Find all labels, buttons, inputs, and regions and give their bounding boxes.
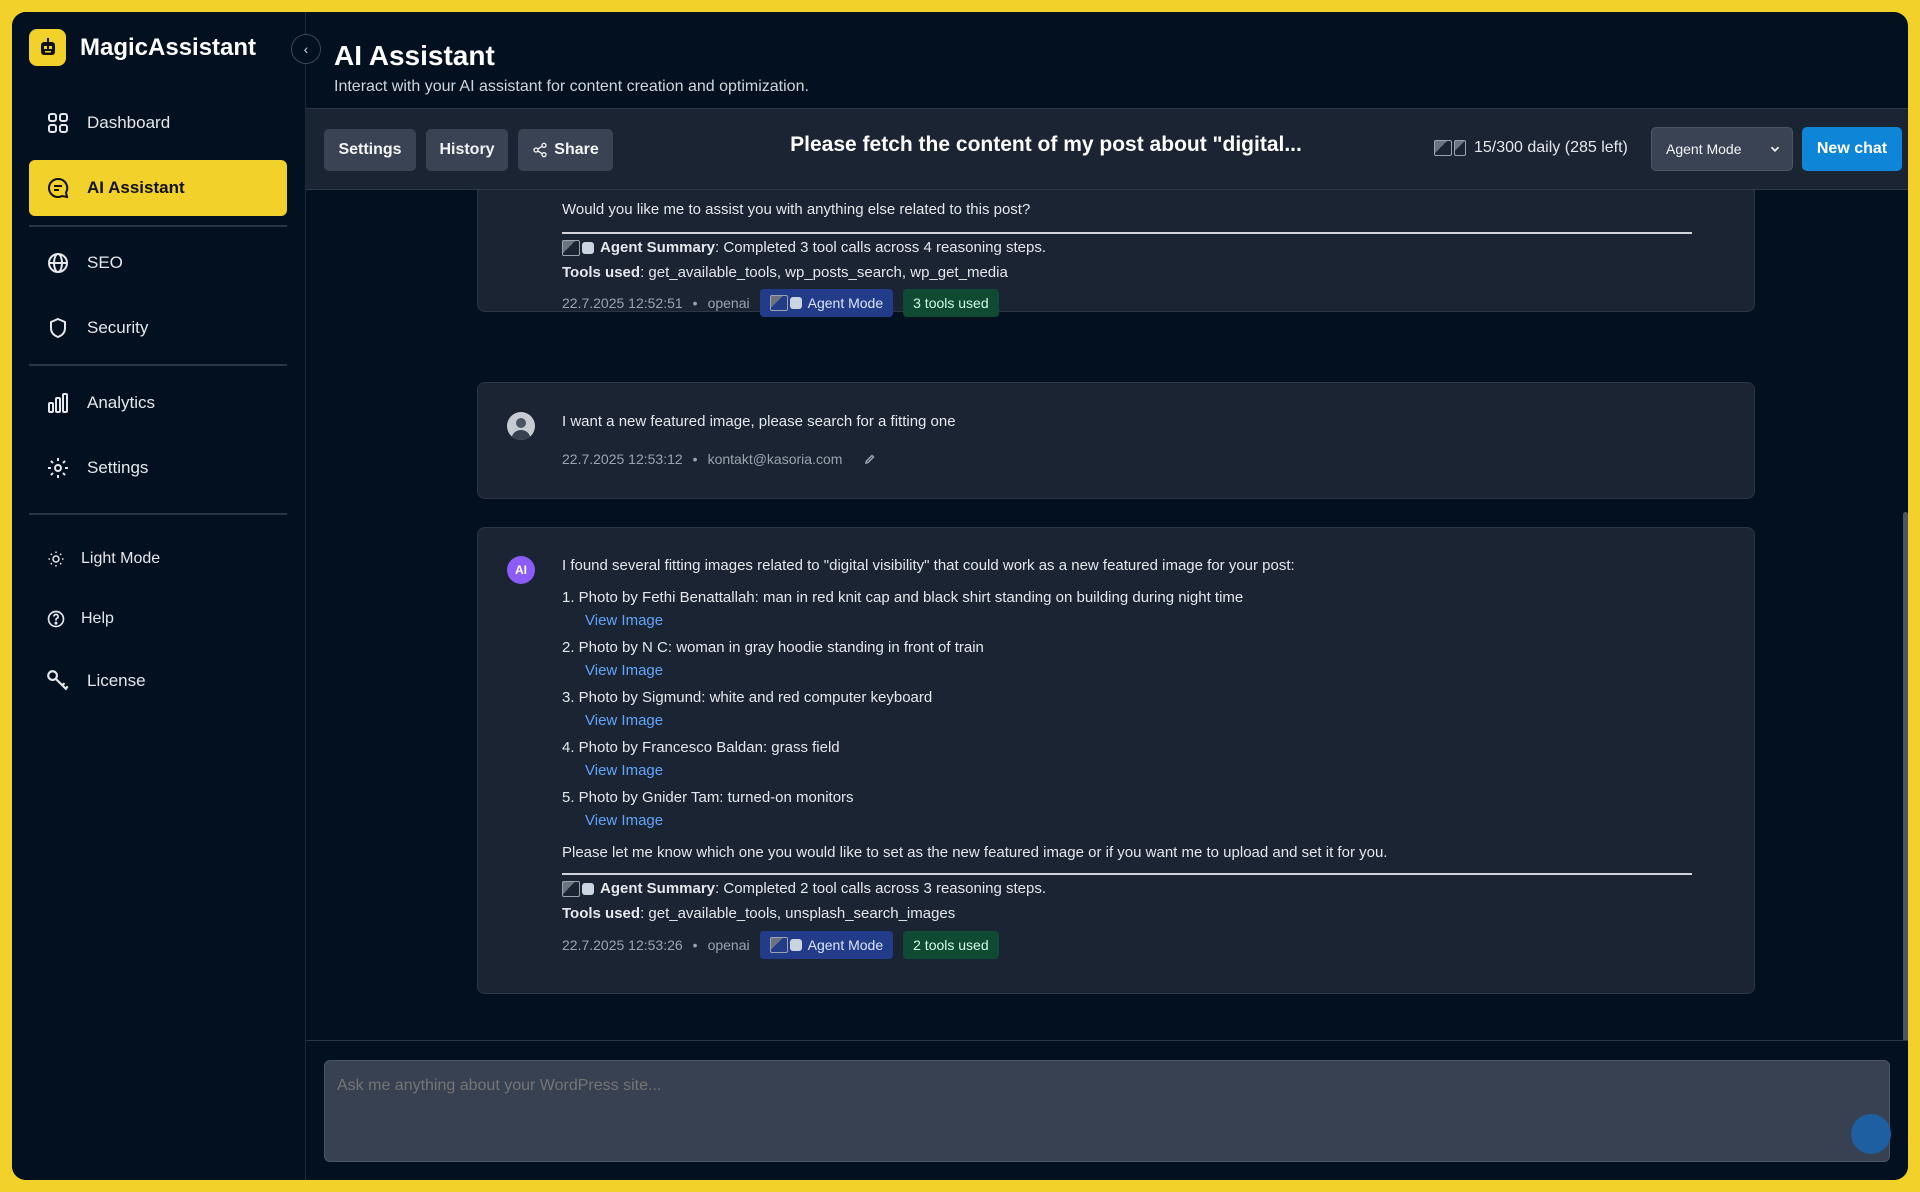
broken-image-icon — [562, 880, 580, 897]
message-text: Would you like me to assist you with any… — [562, 201, 1031, 218]
view-image-link[interactable]: View Image — [585, 712, 663, 729]
mode-select[interactable]: Agent Mode — [1651, 127, 1793, 171]
share-icon — [532, 142, 548, 158]
list-item: 3. Photo by Sigmund: white and red compu… — [562, 689, 933, 706]
tools-used: Tools used: get_available_tools, unsplas… — [562, 905, 956, 922]
send-button[interactable] — [1851, 1114, 1891, 1154]
assistant-message: AI I found several fitting images relate… — [477, 527, 1755, 994]
scrollbar[interactable] — [1903, 512, 1908, 1042]
main-content: AI Assistant Interact with your AI assis… — [12, 12, 1908, 1180]
view-image-link[interactable]: View Image — [585, 762, 663, 779]
collapse-sidebar-button[interactable]: ‹ — [291, 34, 321, 64]
chevron-left-icon: ‹ — [303, 41, 309, 57]
composer — [306, 1040, 1908, 1180]
message-meta: 22.7.2025 12:52:51 • openai Agent Mode 3… — [562, 289, 999, 317]
tools-used-badge: 3 tools used — [903, 289, 999, 317]
message-meta: 22.7.2025 12:53:26 • openai Agent Mode 2… — [562, 931, 999, 959]
settings-button[interactable]: Settings — [324, 129, 416, 171]
tools-used: Tools used: get_available_tools, wp_post… — [562, 264, 1008, 281]
edit-icon[interactable] — [864, 453, 876, 465]
assistant-message: Would you like me to assist you with any… — [477, 190, 1755, 317]
view-image-link[interactable]: View Image — [585, 662, 663, 679]
robot-icon — [789, 297, 802, 309]
message-meta: 22.7.2025 12:53:12 • kontakt@kasoria.com — [562, 451, 876, 467]
chat-title: Please fetch the content of my post abou… — [790, 133, 1302, 156]
view-image-link[interactable]: View Image — [585, 812, 663, 829]
page-title: AI Assistant — [334, 40, 495, 71]
list-item: 2. Photo by N C: woman in gray hoodie st… — [562, 639, 984, 656]
ai-avatar: AI — [507, 556, 535, 584]
message-text: I want a new featured image, please sear… — [562, 413, 956, 430]
chart-icon — [1454, 140, 1466, 156]
chat-toolbar: Settings History Share Please fetch the … — [306, 108, 1908, 190]
agent-summary: Agent Summary: Completed 2 tool calls ac… — [562, 880, 1046, 897]
robot-icon — [582, 882, 594, 895]
robot-icon — [789, 939, 802, 951]
list-item: 1. Photo by Fethi Benattallah: man in re… — [562, 589, 1244, 606]
divider — [562, 232, 1692, 234]
agent-mode-badge: Agent Mode — [759, 289, 894, 317]
broken-image-icon — [1434, 140, 1452, 156]
page-subtitle: Interact with your AI assistant for cont… — [334, 78, 809, 95]
message-text: I found several fitting images related t… — [562, 557, 1295, 574]
usage-counter: 15/300 daily (285 left) — [1434, 139, 1628, 157]
robot-icon — [582, 241, 594, 254]
broken-image-icon — [769, 937, 788, 953]
divider — [562, 873, 1692, 875]
message-text: Please let me know which one you would l… — [562, 844, 1388, 861]
user-message: I want a new featured image, please sear… — [477, 382, 1755, 499]
list-item: 4. Photo by Francesco Baldan: grass fiel… — [562, 739, 840, 756]
message-list[interactable]: Would you like me to assist you with any… — [306, 190, 1908, 1040]
share-button[interactable]: Share — [518, 129, 613, 171]
list-item: 5. Photo by Gnider Tam: turned-on monito… — [562, 789, 854, 806]
agent-mode-badge: Agent Mode — [759, 931, 894, 959]
broken-image-icon — [769, 295, 788, 311]
message-input[interactable] — [324, 1060, 1890, 1162]
broken-image-icon — [562, 239, 580, 256]
app-window: MagicAssistant Dashboard AI Assistant SE… — [12, 12, 1908, 1180]
tools-used-badge: 2 tools used — [903, 931, 999, 959]
chevron-down-icon — [1768, 142, 1782, 159]
new-chat-button[interactable]: New chat — [1802, 127, 1902, 171]
agent-summary: Agent Summary: Completed 3 tool calls ac… — [562, 239, 1046, 256]
view-image-link[interactable]: View Image — [585, 612, 663, 629]
user-avatar — [507, 412, 535, 440]
history-button[interactable]: History — [426, 129, 508, 171]
